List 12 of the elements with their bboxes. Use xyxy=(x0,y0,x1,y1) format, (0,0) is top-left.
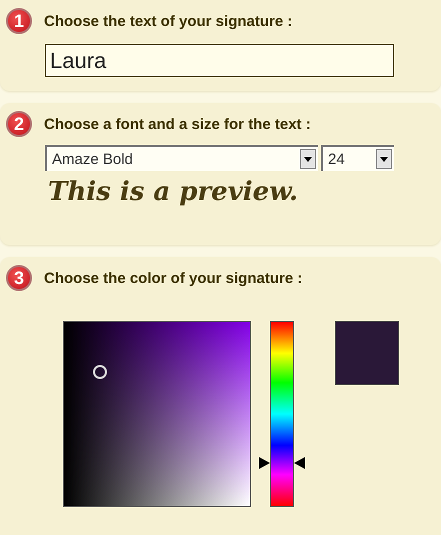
step-title: Choose the color of your signature : xyxy=(44,270,302,286)
saturation-brightness-field[interactable] xyxy=(63,321,251,507)
step-title: Choose a font and a size for the text : xyxy=(44,116,311,132)
picker-cursor-icon[interactable] xyxy=(92,364,108,380)
font-dropdown[interactable]: Amaze Bold xyxy=(45,145,318,171)
size-dropdown[interactable]: 24 xyxy=(321,145,394,171)
step-title: Choose the text of your signature : xyxy=(44,12,292,30)
step-number: 2 xyxy=(6,111,32,137)
step-number: 3 xyxy=(6,265,32,291)
step-number: 1 xyxy=(6,8,32,34)
signature-text-field[interactable]: Laura xyxy=(45,44,394,77)
preview-text: This is a preview. xyxy=(48,177,300,207)
